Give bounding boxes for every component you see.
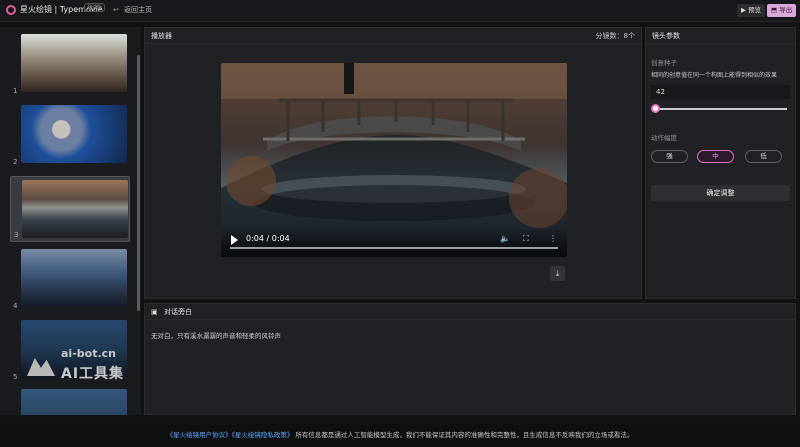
- shot-thumbnail-1[interactable]: 1: [10, 31, 130, 97]
- shot-image-3: [22, 180, 128, 238]
- dialogue-header: ▣ 对话旁白: [145, 304, 795, 320]
- download-button[interactable]: ⤓: [550, 266, 565, 281]
- shot-image-6: [21, 389, 127, 415]
- shot-image-1: [21, 34, 127, 92]
- watermark: ai-bot.cn AI工具集: [27, 343, 137, 383]
- video-seek-bar[interactable]: [230, 247, 558, 249]
- footer-policy-links[interactable]: 《星火绘镜用户协议》《星火绘镜隐私政策》: [167, 431, 294, 439]
- shot-number-3: 3: [14, 231, 19, 239]
- shot-image-4: [21, 249, 127, 307]
- seed-label: 创意种子: [651, 59, 677, 67]
- shot-thumbnail-6[interactable]: 6: [10, 386, 130, 415]
- shot-number-2: 2: [13, 158, 18, 166]
- motion-label: 动作幅度: [651, 134, 677, 142]
- seed-description: 相同的创意值在同一个构图上能得到相似的效果: [651, 72, 778, 79]
- shot-image-2: [21, 105, 127, 163]
- export-label: 导出: [779, 6, 793, 14]
- player-panel: 播放器 分镜数：8个 0:04 / 0:04 🔈 ⛶ ⋮ ⤓: [144, 27, 642, 299]
- footer: 《星火绘镜用户协议》《星火绘镜隐私政策》 所有信息都是通过人工智能模型生成，我们…: [0, 424, 800, 447]
- back-home-button[interactable]: ↩ 返回主页: [113, 5, 152, 15]
- preview-label: 预览: [748, 6, 762, 14]
- dialogue-panel: ▣ 对话旁白 无对白，只有溪水潺潺的声音和轻柔的风铃声: [144, 303, 796, 415]
- seed-slider-track[interactable]: [654, 108, 787, 110]
- player-header: 播放器 分镜数：8个: [145, 28, 641, 44]
- play-icon[interactable]: [231, 235, 238, 245]
- back-label: 返回主页: [124, 6, 152, 14]
- video-time: 0:04 / 0:04: [246, 234, 290, 243]
- download-icon: ⤓: [555, 269, 560, 278]
- beta-badge: 测试版: [84, 3, 106, 12]
- logo-icon: [6, 5, 16, 15]
- shot-thumbnail-3[interactable]: 3: [10, 176, 130, 242]
- seed-slider-handle[interactable]: [651, 104, 660, 113]
- shot-thumbnail-4[interactable]: 4: [10, 246, 130, 312]
- player-title: 播放器: [151, 32, 172, 40]
- fullscreen-icon[interactable]: ⛶: [523, 234, 529, 244]
- confirm-adjustment-button[interactable]: 确定调整: [651, 185, 790, 201]
- shot-thumbnail-2[interactable]: 2: [10, 102, 130, 168]
- shot-number-5: 5: [13, 373, 18, 381]
- export-button[interactable]: ⬒ 导出: [767, 4, 797, 17]
- back-icon: ↩: [113, 6, 119, 14]
- top-bar: 星火绘镜 | Typemovie 测试版 ↩ 返回主页 ▶ 预览 ⬒ 导出: [0, 0, 800, 22]
- more-options-icon[interactable]: ⋮: [549, 234, 557, 243]
- sidebar-scrollbar[interactable]: [137, 55, 140, 311]
- dialogue-icon: ▣: [151, 308, 158, 316]
- preview-button[interactable]: ▶ 预览: [737, 4, 766, 17]
- shot-parameters-panel: 镜头参数 创意种子 相同的创意值在同一个构图上能得到相似的效果 42 动作幅度 …: [645, 27, 796, 299]
- params-header: 镜头参数: [646, 28, 795, 44]
- motion-strong-button[interactable]: 强: [651, 150, 688, 163]
- video-player[interactable]: 0:04 / 0:04 🔈 ⛶ ⋮: [221, 63, 567, 257]
- volume-icon[interactable]: 🔈: [500, 234, 510, 243]
- export-icon: ⬒: [771, 6, 780, 14]
- watermark-logo-icon: [27, 358, 55, 376]
- seed-input[interactable]: 42: [651, 85, 790, 99]
- motion-medium-button[interactable]: 中: [697, 150, 734, 163]
- footer-disclaimer: 所有信息都是通过人工智能模型生成，我们不能保证其内容的准确性和完整性，且生成信息…: [295, 431, 634, 439]
- params-title: 镜头参数: [652, 32, 680, 40]
- shot-count: 分镜数：8个: [595, 32, 635, 40]
- dialogue-text[interactable]: 无对白，只有溪水潺潺的声音和轻柔的风铃声: [151, 330, 281, 340]
- shot-number-1: 1: [13, 87, 18, 95]
- dialogue-title: 对话旁白: [164, 308, 192, 316]
- video-controls: 0:04 / 0:04 🔈 ⛶ ⋮: [221, 227, 567, 257]
- shot-number-4: 4: [13, 302, 18, 310]
- watermark-name: AI工具集: [61, 366, 125, 382]
- watermark-domain: ai-bot.cn: [61, 347, 116, 360]
- motion-low-button[interactable]: 低: [745, 150, 782, 163]
